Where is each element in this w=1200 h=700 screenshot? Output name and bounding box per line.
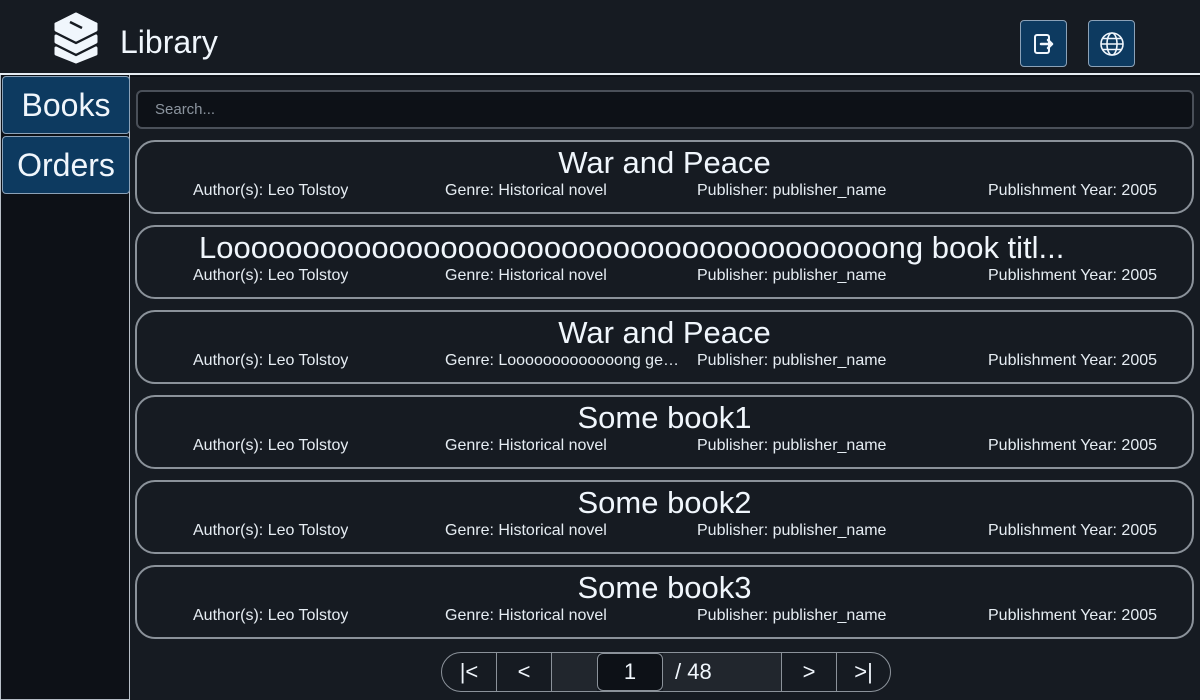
book-title: Some book2 [577,485,752,520]
book-publisher: Publisher: publisher_name [697,522,887,539]
book-title: War and Peace [558,145,771,180]
books-stack-icon [54,12,98,64]
sidebar: Books Orders [0,75,130,700]
book-title: Some book1 [577,400,752,435]
sidebar-item-books[interactable]: Books [2,76,130,134]
book-publisher: Publisher: publisher_name [697,607,887,624]
page-number-input[interactable] [597,653,663,691]
book-genre: Genre: Historical novel [445,437,607,454]
pagination-spacer [552,653,597,691]
logout-icon [1033,33,1053,54]
book-title: Looooooooooooooooooooooooooooooooooooooo… [199,230,1065,265]
book-author: Author(s): Leo Tolstoy [193,437,349,454]
book-year: Publishment Year: 2005 [988,182,1158,199]
book-genre: Genre: Historical novel [445,267,607,284]
book-card[interactable]: War and Peace Author(s): Leo Tolstoy Gen… [135,310,1194,384]
book-card[interactable]: Some book2 Author(s): Leo Tolstoy Genre:… [135,480,1194,554]
book-genre: Genre: Historical novel [445,522,607,539]
prev-page-button[interactable]: < [497,653,552,691]
main-content: War and Peace Author(s): Leo Tolstoy Gen… [130,77,1200,700]
book-publisher: Publisher: publisher_name [697,182,887,199]
book-card[interactable]: Some book1 Author(s): Leo Tolstoy Genre:… [135,395,1194,469]
next-page-button[interactable]: > [782,653,837,691]
last-page-button[interactable]: >| [837,653,890,691]
book-author: Author(s): Leo Tolstoy [193,352,349,369]
book-year: Publishment Year: 2005 [988,437,1158,454]
pagination: |< < / 48 > >| [441,652,891,692]
page-total: / 48 [663,653,782,691]
book-year: Publishment Year: 2005 [988,607,1158,624]
app-title: Library [120,24,218,60]
book-card[interactable]: War and Peace Author(s): Leo Tolstoy Gen… [135,140,1194,214]
book-publisher: Publisher: publisher_name [697,352,887,369]
book-title: War and Peace [558,315,771,350]
book-author: Author(s): Leo Tolstoy [193,267,349,284]
sidebar-item-orders[interactable]: Orders [2,136,130,194]
book-genre: Genre: Looooooooooooong gen... [445,352,680,369]
book-author: Author(s): Leo Tolstoy [193,607,349,624]
book-author: Author(s): Leo Tolstoy [193,182,349,199]
book-year: Publishment Year: 2005 [988,522,1158,539]
book-card[interactable]: Some book3 Author(s): Leo Tolstoy Genre:… [135,565,1194,639]
book-author: Author(s): Leo Tolstoy [193,522,349,539]
book-publisher: Publisher: publisher_name [697,437,887,454]
first-page-button[interactable]: |< [442,653,497,691]
book-year: Publishment Year: 2005 [988,352,1158,369]
book-card[interactable]: Looooooooooooooooooooooooooooooooooooooo… [135,225,1194,299]
globe-icon [1099,31,1124,56]
language-button[interactable] [1088,20,1135,67]
app-header: Library [0,0,1200,75]
book-genre: Genre: Historical novel [445,182,607,199]
search-input[interactable] [136,90,1194,129]
book-publisher: Publisher: publisher_name [697,267,887,284]
book-genre: Genre: Historical novel [445,607,607,624]
book-title: Some book3 [577,570,752,605]
book-year: Publishment Year: 2005 [988,267,1158,284]
logout-button[interactable] [1020,20,1067,67]
